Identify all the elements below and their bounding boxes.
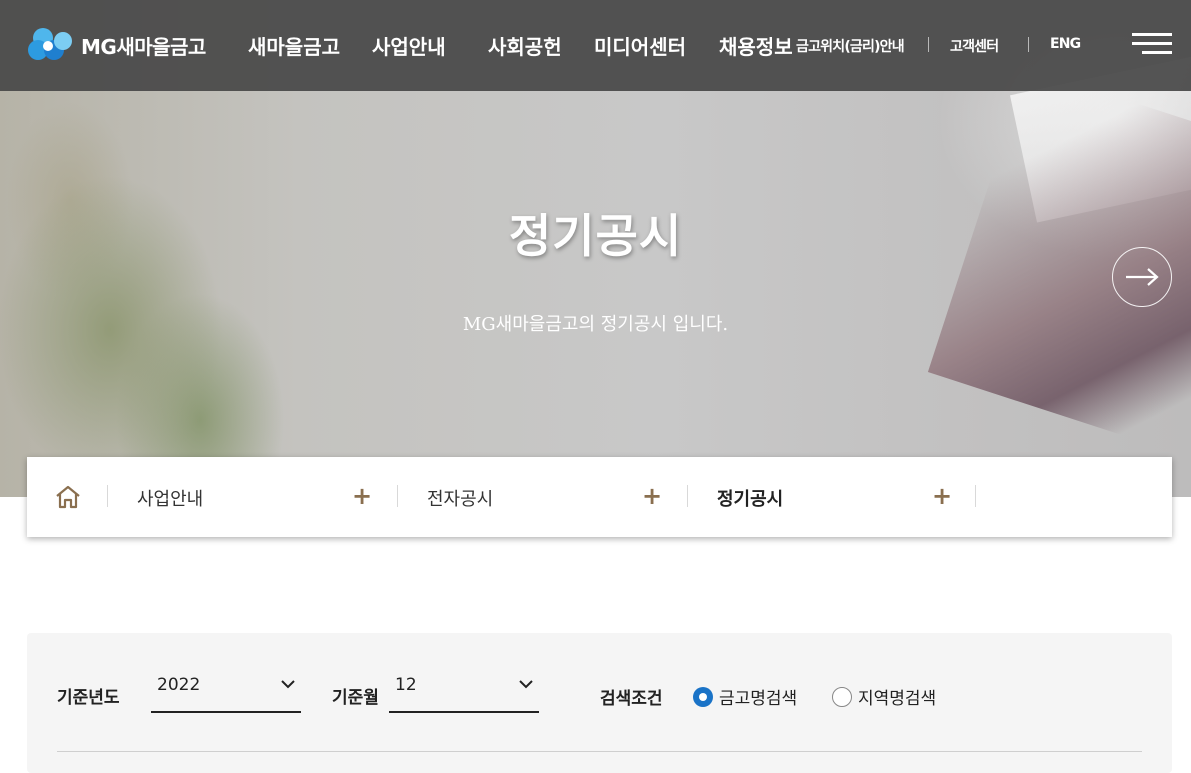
page-title: 정기공시 <box>508 209 683 263</box>
breadcrumb: 사업안내 + 전자공시 + 정기공시 + <box>27 457 1172 537</box>
home-icon <box>56 485 80 509</box>
header-divider <box>928 37 929 52</box>
breadcrumb-label: 전자공시 <box>427 489 494 510</box>
year-select[interactable]: 2022 <box>151 669 301 713</box>
panel-divider <box>57 751 1142 752</box>
nav-media[interactable]: 미디어센터 <box>594 31 686 60</box>
breadcrumb-divider <box>107 485 108 507</box>
radio-region-search[interactable]: 지역명검색 <box>832 684 936 709</box>
page-subtitle: MG새마을금고의 정기공시 입니다. <box>462 314 729 335</box>
home-button[interactable] <box>55 484 81 510</box>
mg-logo-icon <box>28 28 72 60</box>
month-select[interactable]: 12 <box>389 669 539 713</box>
lang-link[interactable]: ENG <box>1050 36 1081 52</box>
nav-recruit[interactable]: 채용정보 <box>719 31 793 60</box>
radio-label: 지역명검색 <box>858 689 937 709</box>
search-panel: 기준년도 2022 기준월 12 검색조건 금고명검색 지역명검색 <box>27 633 1172 773</box>
nav-social[interactable]: 사회공헌 <box>488 31 562 60</box>
breadcrumb-label: 사업안내 <box>137 489 204 510</box>
year-value: 2022 <box>157 675 201 695</box>
top-header: MG새마을금고 새마을금고 사업안내 사회공헌 미디어센터 채용정보 금고위치(… <box>0 0 1191 91</box>
logo-text: MG새마을금고 <box>81 34 206 59</box>
expand-icon[interactable]: + <box>642 484 662 508</box>
breadcrumb-divider <box>397 485 398 507</box>
breadcrumb-label-current: 정기공시 <box>717 489 784 510</box>
radio-name-search[interactable]: 금고명검색 <box>693 684 797 709</box>
chevron-down-icon <box>519 680 533 689</box>
year-label: 기준년도 <box>57 688 120 708</box>
breadcrumb-divider <box>975 485 976 507</box>
month-value: 12 <box>395 675 417 695</box>
month-label: 기준월 <box>332 688 379 708</box>
breadcrumb-divider <box>687 485 688 507</box>
header-divider <box>1028 37 1029 52</box>
arrow-right-icon <box>1126 268 1159 286</box>
radio-label: 금고명검색 <box>719 689 798 709</box>
radio-selected-icon <box>693 686 713 707</box>
next-slide-button[interactable] <box>1112 247 1172 307</box>
customer-center-link[interactable]: 고객센터 <box>950 36 999 56</box>
location-link[interactable]: 금고위치(금리)안내 <box>796 36 905 56</box>
nav-business[interactable]: 사업안내 <box>372 31 446 60</box>
hamburger-icon[interactable] <box>1132 33 1172 55</box>
radio-unselected-icon <box>832 686 852 707</box>
nav-saemaul[interactable]: 새마을금고 <box>248 31 340 60</box>
logo[interactable]: MG새마을금고 <box>27 25 206 65</box>
expand-icon[interactable]: + <box>932 484 952 508</box>
chevron-down-icon <box>281 680 295 689</box>
expand-icon[interactable]: + <box>352 484 372 508</box>
condition-label: 검색조건 <box>600 689 663 709</box>
